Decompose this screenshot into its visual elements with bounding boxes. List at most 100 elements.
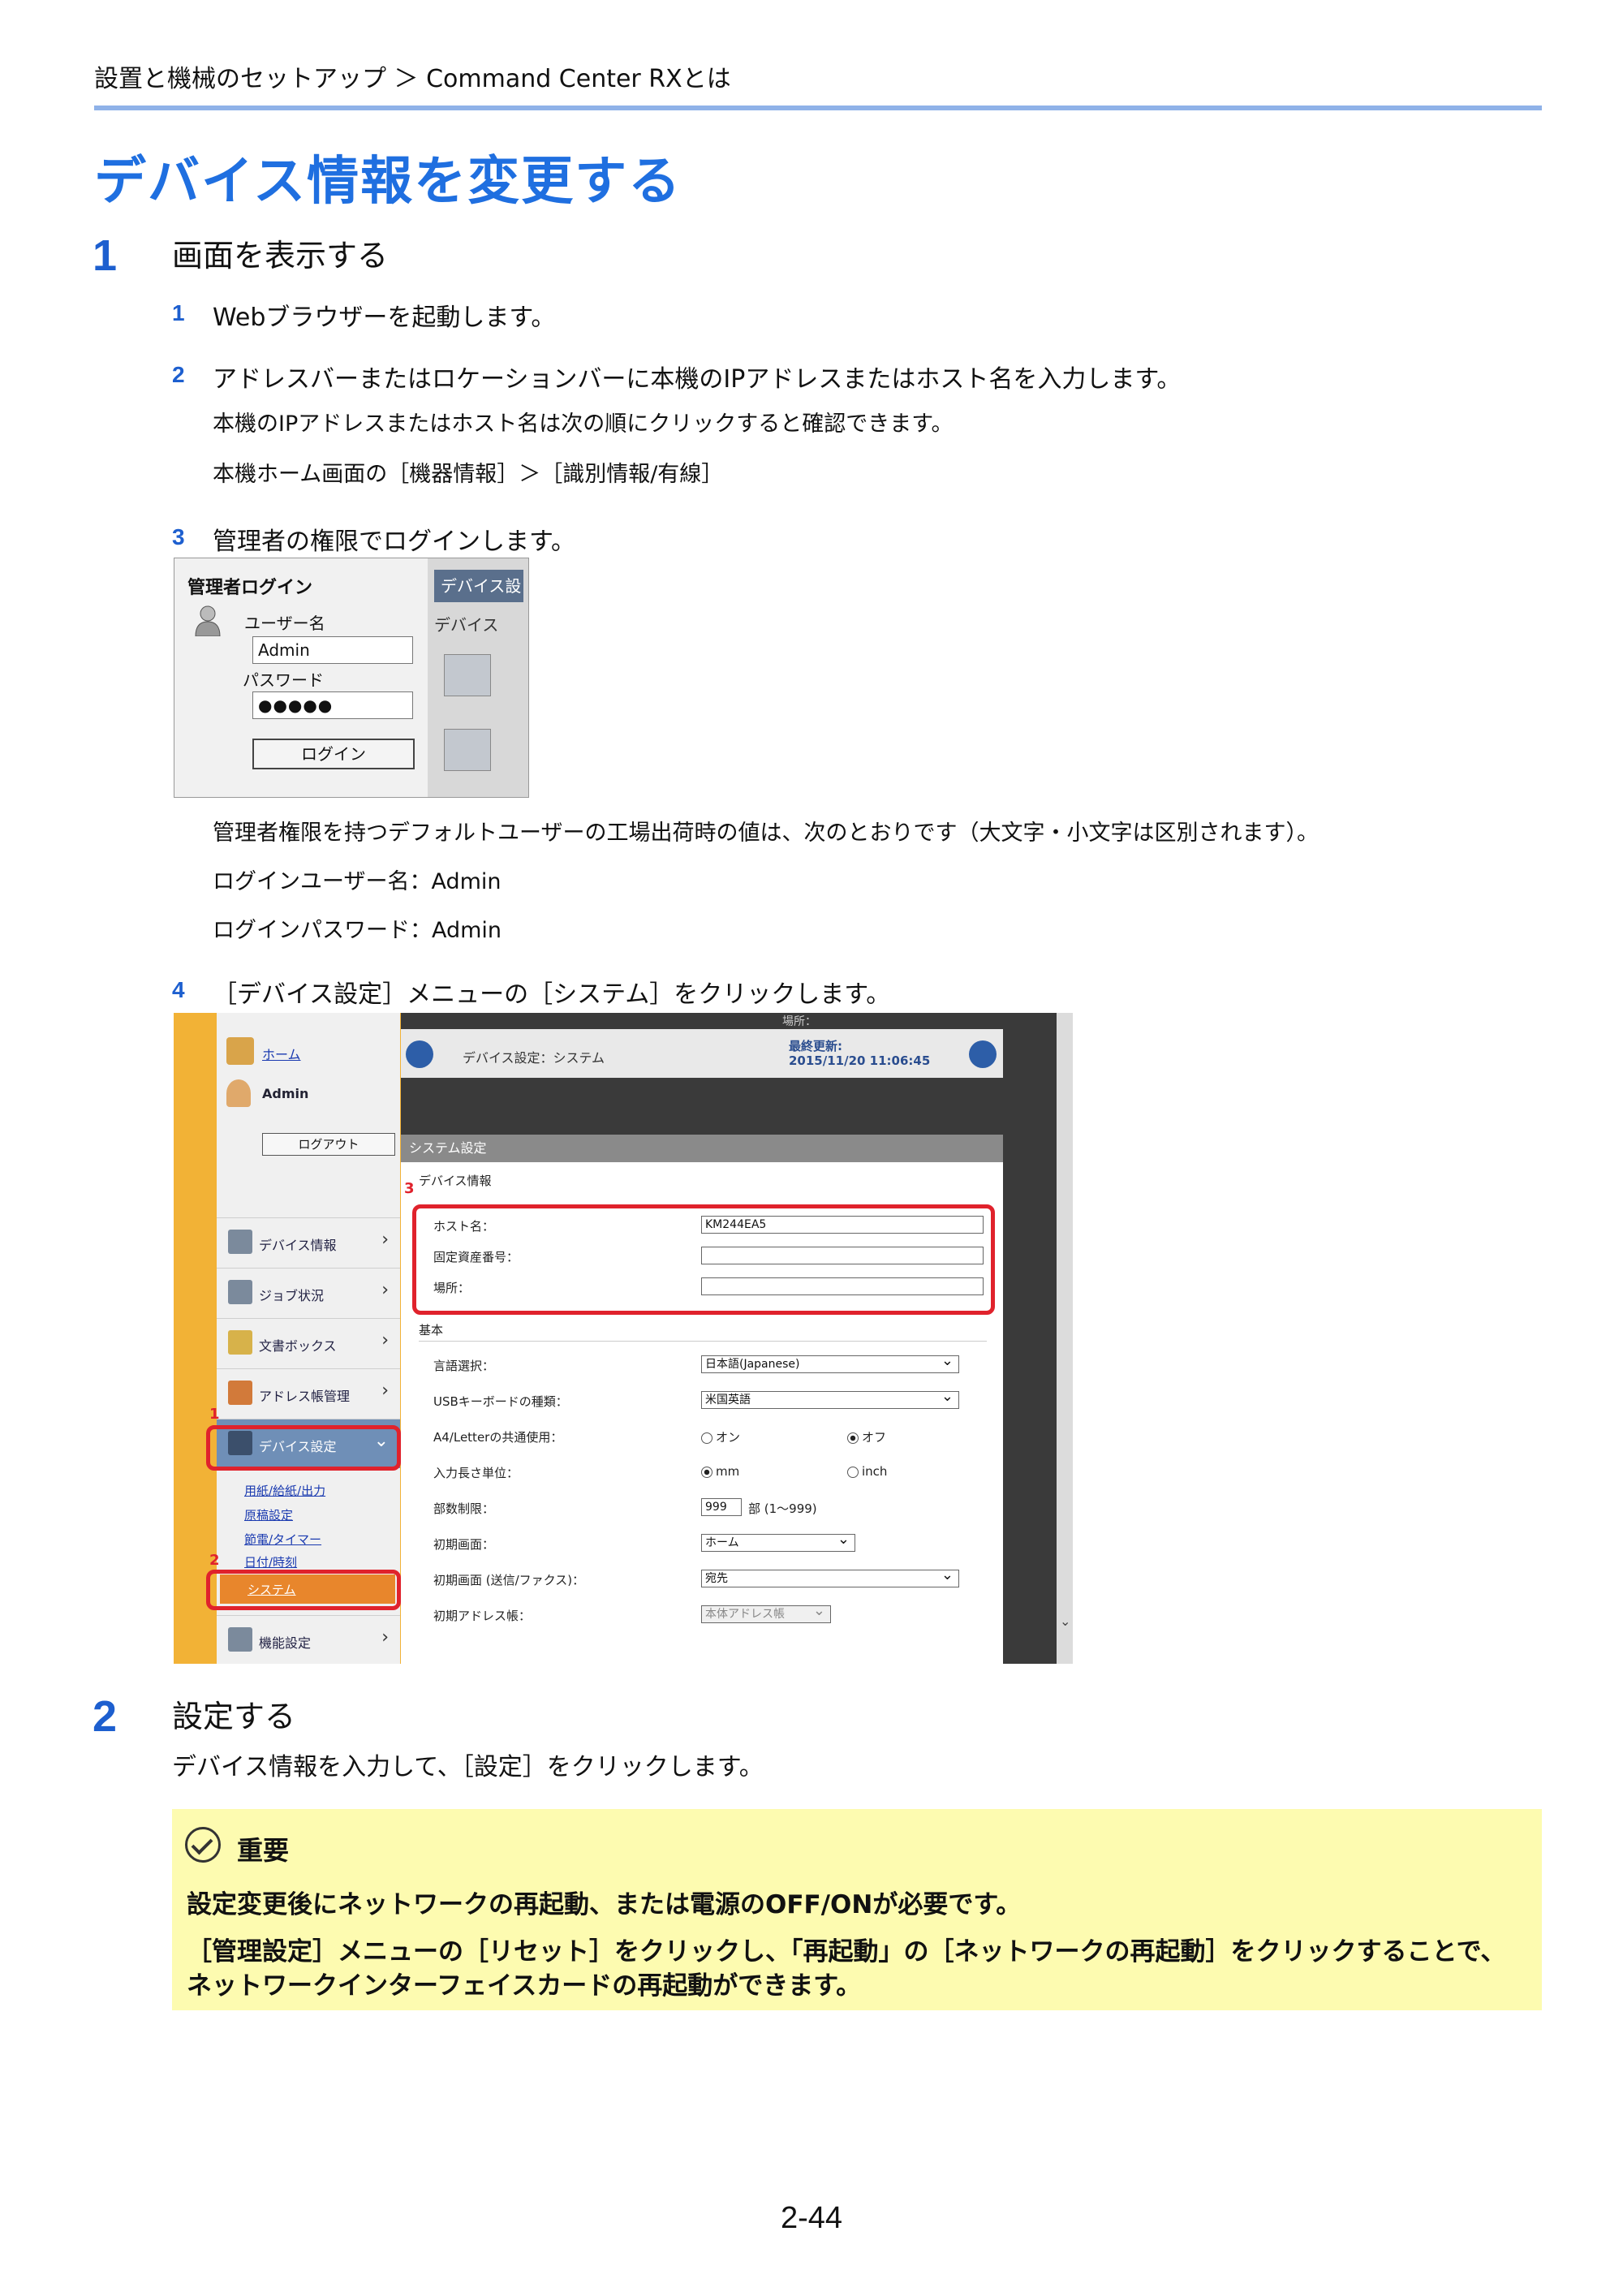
- nav-device-info[interactable]: デバイス情報 ›: [217, 1217, 400, 1267]
- step-1-title: 画面を表示する: [172, 238, 389, 274]
- language-select[interactable]: 日本語(Japanese): [701, 1353, 959, 1373]
- admin-user: Admin: [262, 1086, 309, 1101]
- location-label-top: 場所：: [782, 1015, 816, 1028]
- section-basic: 基本: [419, 1323, 444, 1338]
- row-label: 初期画面：: [433, 1537, 495, 1552]
- scanner-icon: [444, 729, 491, 771]
- row-label: A4/Letterの共通使用：: [433, 1430, 563, 1445]
- refresh-icon[interactable]: [969, 1040, 997, 1068]
- chevron-right-icon: ›: [381, 1627, 389, 1648]
- function-settings-icon: [228, 1627, 252, 1652]
- row-label: 初期画面 (送信/ファクス)：: [433, 1573, 585, 1587]
- printer-icon: [444, 654, 491, 696]
- login-panel: 管理者ログイン ユーザー名 Admin パスワード ●●●●● ログイン: [174, 558, 428, 797]
- submenu-timer[interactable]: 節電/タイマー: [244, 1531, 321, 1548]
- sidebar: ホーム Admin ログアウト デバイス情報 › ジョブ状況 › 文書ボックス › ア…: [217, 1013, 400, 1664]
- header-title: デバイス設定：システム: [463, 1050, 605, 1066]
- submenu-datetime[interactable]: 日付/時刻: [244, 1553, 297, 1570]
- radio-label: inch: [862, 1464, 888, 1479]
- last-update-label: 最終更新:: [789, 1039, 842, 1053]
- substep-note: 本機のIPアドレスまたはホスト名は次の順にクリックすると確認できます。: [213, 411, 954, 437]
- username-field[interactable]: Admin: [252, 636, 413, 664]
- substep-number: 3: [172, 524, 185, 549]
- keyboard-select[interactable]: 米国英語: [701, 1389, 959, 1409]
- step-2-number: 2: [93, 1692, 118, 1741]
- row-label: 入力長さ単位：: [433, 1466, 519, 1480]
- substep-number: 1: [172, 300, 185, 325]
- job-status-icon: [228, 1280, 252, 1304]
- marker-2: 2: [209, 1552, 220, 1569]
- radio-icon: [701, 1432, 712, 1444]
- back-icon[interactable]: [406, 1040, 433, 1068]
- submenu-paper[interactable]: 用紙/給紙/出力: [244, 1482, 325, 1499]
- home-link[interactable]: ホーム: [262, 1044, 301, 1063]
- radio-inch[interactable]: inch: [847, 1464, 887, 1479]
- admin-avatar-icon: [226, 1079, 251, 1107]
- divider: [419, 1341, 987, 1342]
- document-box-icon: [228, 1330, 252, 1355]
- copy-limit-range: 部 (1〜999): [748, 1501, 817, 1516]
- copy-limit-field[interactable]: 999: [701, 1498, 742, 1516]
- substep-note: 本機ホーム画面の［機器情報］＞［識別情報/有線］: [213, 462, 724, 487]
- substep-note: 管理者権限を持つデフォルトユーザーの工場出荷時の値は、次のとおりです（大文字・小…: [213, 821, 1319, 846]
- nav-label: 文書ボックス: [259, 1338, 337, 1354]
- logout-button[interactable]: ログアウト: [262, 1133, 395, 1156]
- chevron-down-icon[interactable]: ⌄: [1060, 1613, 1070, 1629]
- important-box: 重要 設定変更後にネットワークの再起動、または電源のOFF/ONが必要です。 ［…: [172, 1809, 1542, 2010]
- nav-document-box[interactable]: 文書ボックス ›: [217, 1318, 400, 1368]
- address-book-icon: [228, 1381, 252, 1405]
- highlight-device-settings: [206, 1425, 401, 1471]
- step-2-text: デバイス情報を入力して、［設定］をクリックします。: [172, 1753, 764, 1781]
- substep-text: ［デバイス設定］メニューの［システム］をクリックします。: [213, 980, 891, 1009]
- last-update-value: 2015/11/20 11:06:45: [789, 1053, 931, 1068]
- nav-label: アドレス帳管理: [259, 1389, 351, 1404]
- important-line: ［管理設定］メニューの［リセット］をクリックし、「再起動」の［ネットワークの再起…: [187, 1937, 1506, 1966]
- address-book-select[interactable]: 本体アドレス帳: [701, 1603, 831, 1623]
- login-title: 管理者ログイン: [187, 578, 313, 598]
- row-label: 言語選択：: [433, 1359, 495, 1373]
- device-tab: デバイス設: [434, 570, 523, 602]
- default-send-screen-select[interactable]: 宛先: [701, 1567, 959, 1587]
- checkmark-icon: [185, 1827, 221, 1863]
- important-title: 重要: [237, 1835, 290, 1866]
- marker-1: 1: [209, 1406, 220, 1423]
- radio-on[interactable]: オン: [701, 1428, 740, 1445]
- substep-number: 4: [172, 977, 185, 1002]
- home-icon: [226, 1037, 254, 1065]
- substep-text: 管理者の権限でログインします。: [213, 528, 575, 556]
- marker-3: 3: [404, 1180, 415, 1197]
- step-1-number: 1: [93, 231, 118, 280]
- login-button[interactable]: ログイン: [252, 739, 415, 769]
- content-header: デバイス設定：システム 最終更新: 2015/11/20 11:06:45: [401, 1029, 1003, 1078]
- radio-selected-icon: [847, 1432, 859, 1444]
- radio-label: オフ: [862, 1430, 887, 1445]
- page-number: 2-44: [780, 2201, 843, 2235]
- radio-label: mm: [716, 1464, 740, 1479]
- important-line: 設定変更後にネットワークの再起動、または電源のOFF/ONが必要です。: [187, 1890, 1022, 1919]
- main-area: 場所： デバイス設定：システム 最終更新: 2015/11/20 11:06:4…: [401, 1013, 1057, 1664]
- radio-off[interactable]: オフ: [847, 1428, 886, 1445]
- submenu-original[interactable]: 原稿設定: [244, 1506, 293, 1523]
- chevron-right-icon: ›: [381, 1280, 389, 1300]
- scrollbar[interactable]: ⌄: [1057, 1013, 1073, 1664]
- nav-label: デバイス情報: [259, 1238, 337, 1253]
- highlight-device-info: [412, 1204, 995, 1315]
- default-screen-select[interactable]: ホーム: [701, 1531, 855, 1552]
- radio-mm[interactable]: mm: [701, 1464, 739, 1479]
- user-label: ユーザー名: [244, 614, 325, 633]
- password-label: パスワード: [243, 670, 324, 690]
- row-label: 部数制限：: [433, 1501, 495, 1516]
- step-2-title: 設定する: [172, 1699, 296, 1734]
- system-settings-screenshot: ホーム Admin ログアウト デバイス情報 › ジョブ状況 › 文書ボックス › ア…: [174, 1013, 1073, 1664]
- password-field[interactable]: ●●●●●: [252, 691, 413, 719]
- nav-job-status[interactable]: ジョブ状況 ›: [217, 1268, 400, 1317]
- nav-label: 機能設定: [259, 1635, 312, 1651]
- row-label: 初期アドレス帳：: [433, 1609, 532, 1623]
- substep-number: 2: [172, 362, 185, 387]
- section-device-info: デバイス情報: [419, 1174, 492, 1188]
- chevron-right-icon: ›: [381, 1330, 389, 1350]
- nav-address-book[interactable]: アドレス帳管理 ›: [217, 1368, 400, 1418]
- device-info-icon: [228, 1230, 252, 1254]
- nav-function-settings[interactable]: 機能設定 ›: [217, 1615, 400, 1664]
- radio-icon: [847, 1466, 859, 1478]
